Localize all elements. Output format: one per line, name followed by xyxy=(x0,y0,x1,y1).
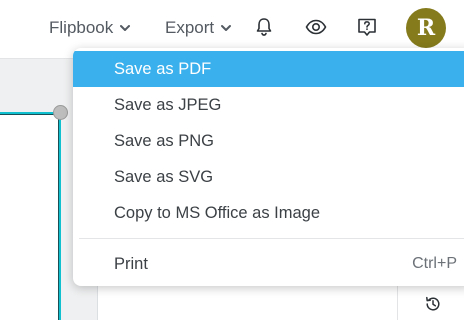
app-window: Flipbook Export R Save as PDF Save as JP… xyxy=(0,0,464,320)
menu-item-save-pdf[interactable]: Save as PDF xyxy=(73,51,464,87)
export-label: Export xyxy=(165,18,215,37)
help-button[interactable] xyxy=(355,15,379,39)
avatar-initial: R xyxy=(416,15,436,41)
chevron-down-icon xyxy=(221,25,232,31)
menu-item-print[interactable]: Print Ctrl+P xyxy=(73,246,464,282)
resize-handle[interactable] xyxy=(53,105,68,120)
menu-item-label: Save as SVG xyxy=(114,167,214,186)
menu-item-label: Print xyxy=(114,254,148,273)
menu-item-label: Save as PDF xyxy=(114,59,212,78)
flipbook-menu-button[interactable]: Flipbook xyxy=(49,16,131,40)
export-dropdown-menu: Save as PDF Save as JPEG Save as PNG Sav… xyxy=(73,48,464,286)
menu-item-copy-ms-office[interactable]: Copy to MS Office as Image xyxy=(73,195,464,231)
menu-item-label: Save as JPEG xyxy=(114,95,222,114)
bell-icon xyxy=(256,18,272,36)
menu-divider xyxy=(79,238,464,239)
menu-item-save-svg[interactable]: Save as SVG xyxy=(73,159,464,195)
export-menu-button[interactable]: Export xyxy=(165,16,232,40)
menu-item-label: Copy to MS Office as Image xyxy=(114,203,321,222)
flipbook-label: Flipbook xyxy=(49,18,114,37)
menu-item-save-jpeg[interactable]: Save as JPEG xyxy=(73,87,464,123)
eye-icon xyxy=(305,19,327,35)
avatar[interactable]: R xyxy=(406,8,446,48)
menu-item-save-png[interactable]: Save as PNG xyxy=(73,123,464,159)
selected-page[interactable] xyxy=(0,112,61,320)
menu-item-label: Save as PNG xyxy=(114,131,214,150)
help-icon xyxy=(358,18,376,36)
notifications-button[interactable] xyxy=(252,15,276,39)
history-icon[interactable] xyxy=(424,295,442,313)
preview-button[interactable] xyxy=(304,15,328,39)
keyboard-shortcut: Ctrl+P xyxy=(412,255,457,272)
chevron-down-icon xyxy=(120,25,131,31)
